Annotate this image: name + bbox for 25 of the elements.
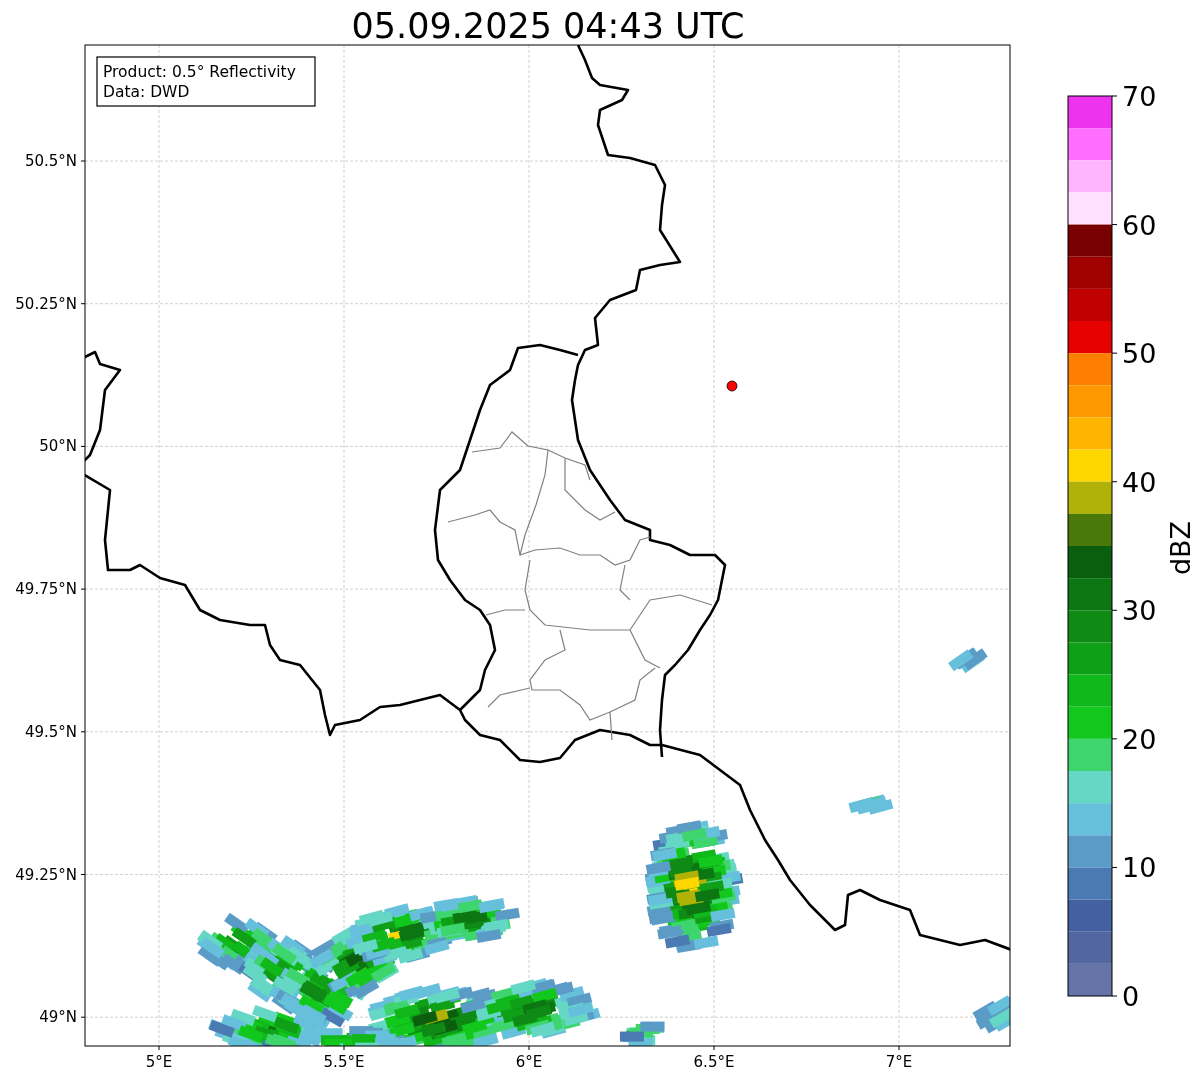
colorbar-tick-label: 20 bbox=[1122, 723, 1157, 755]
colorbar-label: dBZ bbox=[1165, 520, 1196, 576]
latitude-label: 50.25°N bbox=[15, 294, 77, 313]
colorbar-tick-label: 0 bbox=[1122, 981, 1140, 1012]
longitude-label: 5°E bbox=[145, 1053, 173, 1071]
colorbar-tick-label: 10 bbox=[1122, 852, 1157, 884]
info-text: Product: 0.5° Reflectivity bbox=[103, 63, 296, 81]
chart-title: 05.09.2025 04:43 UTC bbox=[351, 6, 745, 46]
colorbar-tick-label: 70 bbox=[1122, 81, 1157, 112]
latitude-label: 49.75°N bbox=[15, 580, 77, 599]
longitude-label: 6.5°E bbox=[693, 1053, 735, 1071]
colorbar-tick-label: 60 bbox=[1122, 209, 1157, 241]
colorbar-tick-label: 50 bbox=[1122, 338, 1157, 370]
longitude-label: 6°E bbox=[515, 1053, 543, 1071]
radar-site-marker bbox=[726, 380, 738, 392]
latitude-label: 49.5°N bbox=[24, 722, 77, 741]
colorbar-tick-label: 30 bbox=[1122, 595, 1157, 627]
latitude-label: 50.5°N bbox=[24, 152, 77, 170]
latitude-label: 49°N bbox=[39, 1008, 77, 1027]
longitude-label: 5.5°E bbox=[323, 1053, 365, 1071]
latitude-label: 50°N bbox=[39, 437, 77, 456]
latitude-label: 49.25°N bbox=[15, 865, 77, 884]
info-text: Data: DWD bbox=[103, 83, 190, 101]
colorbar-tick-label: 40 bbox=[1122, 466, 1157, 498]
longitude-label: 7°E bbox=[885, 1053, 913, 1071]
